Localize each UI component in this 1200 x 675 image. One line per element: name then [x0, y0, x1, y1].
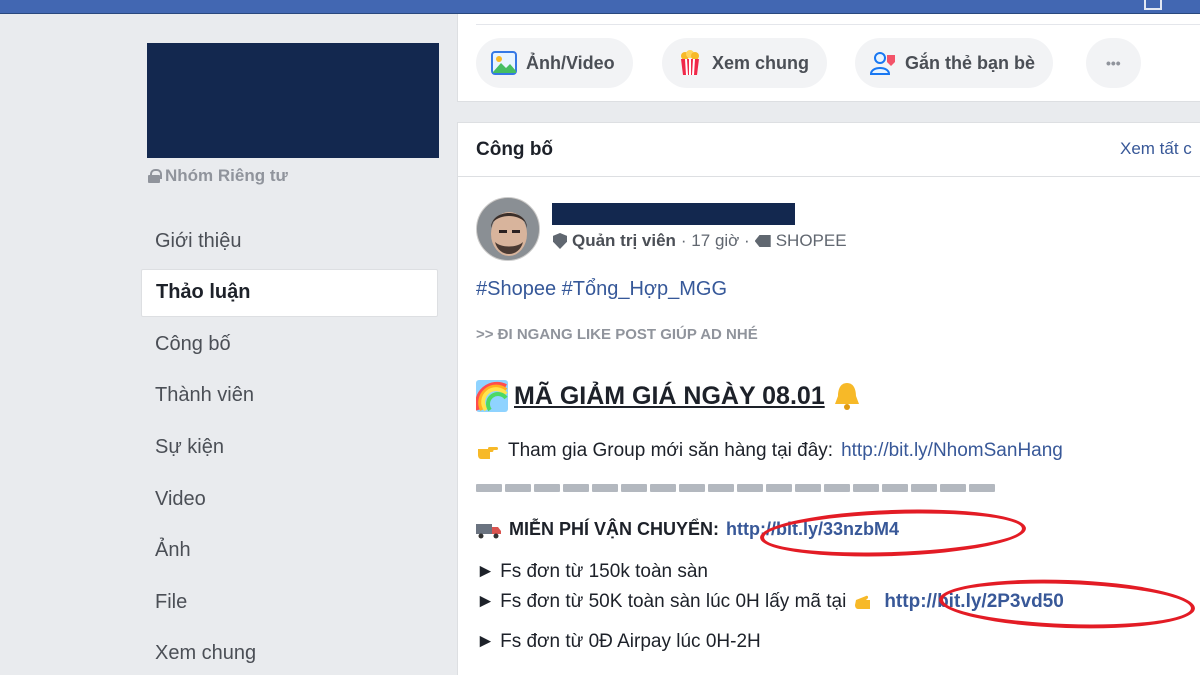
dash — [882, 484, 908, 492]
tag-friends-button[interactable]: Gắn thẻ bạn bè — [855, 38, 1054, 88]
join-group-text: Tham gia Group mới săn hàng tại đây: — [508, 440, 834, 461]
post-time[interactable]: · 17 giờ · — [681, 231, 750, 251]
dash — [737, 484, 763, 492]
free-shipping-label: MIỄN PHÍ VẬN CHUYỂN: — [509, 519, 720, 539]
post-headline: MÃ GIẢM GIÁ NGÀY 08.01 — [476, 380, 863, 412]
dash — [650, 484, 676, 492]
facebook-top-bar — [0, 0, 1200, 14]
post-hashtags[interactable]: #Shopee #Tổng_Hợp_MGG — [476, 278, 727, 301]
announcements-card: Công bố Xem tất c Quản trị viên · 17 giờ… — [457, 122, 1200, 675]
more-options-button[interactable]: ••• — [1086, 38, 1141, 88]
post-headline-text: MÃ GIẢM GIÁ NGÀY 08.01 — [514, 381, 825, 410]
sidebar-item-announcements[interactable]: Công bố — [141, 319, 438, 371]
lock-icon — [148, 169, 162, 183]
dash — [534, 484, 560, 492]
group-privacy: Nhóm Riêng tư — [148, 166, 288, 186]
announcements-title: Công bố — [476, 138, 554, 160]
announcements-header: Công bố — [458, 123, 1200, 177]
dash — [824, 484, 850, 492]
dash — [766, 484, 792, 492]
sidebar-item-files[interactable]: File — [141, 577, 438, 629]
photo-video-button[interactable]: Ảnh/Video — [476, 38, 633, 88]
post-topic[interactable]: SHOPEE — [776, 231, 847, 251]
list-item-text: ► Fs đơn từ 0Đ Airpay lúc 0H-2H — [476, 631, 761, 652]
admin-shield-icon — [553, 233, 567, 249]
bullet-link[interactable]: http://bit.ly/2P3vd50 — [884, 591, 1063, 613]
author-name-redacted — [552, 203, 795, 225]
tag-friends-label: Gắn thẻ bạn bè — [905, 52, 1036, 73]
dash — [969, 484, 995, 492]
sidebar-item-photos[interactable]: Ảnh — [141, 525, 438, 577]
truck-icon — [476, 523, 501, 538]
dash — [911, 484, 937, 492]
free-shipping-line: MIỄN PHÍ VẬN CHUYỂN: http://bit.ly/33nzb… — [476, 519, 899, 540]
free-shipping-link[interactable]: http://bit.ly/33nzbM4 — [726, 519, 899, 540]
pointing-hand-icon — [855, 595, 871, 609]
rainbow-icon — [476, 380, 508, 412]
list-item-text: ► Fs đơn từ 150k toàn sàn — [476, 561, 708, 582]
sidebar-item-members[interactable]: Thành viên — [141, 370, 438, 422]
photo-icon — [491, 51, 517, 75]
list-item: ► Fs đơn từ 0Đ Airpay lúc 0H-2H — [476, 631, 761, 653]
topic-tag-icon — [754, 235, 771, 247]
list-item: ► Fs đơn từ 150k toàn sàn — [476, 561, 708, 583]
dash — [621, 484, 647, 492]
author-photo — [477, 198, 539, 260]
dash — [476, 484, 502, 492]
avatar[interactable] — [476, 197, 540, 261]
top-bar-icon[interactable] — [1144, 0, 1162, 10]
post-composer: Ảnh/Video Xem chung Gắn thẻ bạn bè ••• — [457, 14, 1200, 102]
group-privacy-label: Nhóm Riêng tư — [165, 166, 288, 185]
post-notice: >> ĐI NGANG LIKE POST GIÚP AD NHÉ — [476, 326, 758, 343]
group-cover-redacted — [147, 43, 439, 158]
dash — [563, 484, 589, 492]
group-sidebar-nav: Giới thiệu Thảo luận Công bố Thành viên … — [141, 216, 438, 675]
more-icon: ••• — [1106, 55, 1121, 71]
photo-video-label: Ảnh/Video — [526, 52, 615, 73]
sidebar-item-events[interactable]: Sự kiện — [141, 422, 438, 474]
watch-party-label: Xem chung — [712, 52, 810, 73]
dash — [853, 484, 879, 492]
join-group-line: Tham gia Group mới săn hàng tại đây: htt… — [476, 440, 1063, 462]
join-group-link[interactable]: http://bit.ly/NhomSanHang — [841, 440, 1063, 462]
pointing-hand-icon — [478, 447, 498, 459]
dash — [708, 484, 734, 492]
watch-party-button[interactable]: Xem chung — [662, 38, 828, 88]
list-item-text: ► Fs đơn từ 50K toàn sàn lúc 0H lấy mã t… — [476, 591, 847, 612]
post-meta: Quản trị viên · 17 giờ · SHOPEE — [553, 231, 847, 251]
bell-icon — [834, 383, 859, 410]
dash — [679, 484, 705, 492]
divider-dashes — [476, 484, 995, 494]
sidebar-item-discussion[interactable]: Thảo luận — [141, 268, 438, 317]
see-all-link[interactable]: Xem tất c — [1120, 139, 1192, 159]
dash — [795, 484, 821, 492]
post-author-role: Quản trị viên — [572, 231, 676, 250]
sidebar-item-videos[interactable]: Video — [141, 473, 438, 525]
sidebar-item-about[interactable]: Giới thiệu — [141, 216, 438, 268]
dash — [940, 484, 966, 492]
sidebar-item-watch-party[interactable]: Xem chung — [141, 628, 438, 675]
dash — [592, 484, 618, 492]
list-item: ► Fs đơn từ 50K toàn sàn lúc 0H lấy mã t… — [476, 591, 1064, 613]
composer-divider — [476, 24, 1200, 25]
dash — [505, 484, 531, 492]
tag-friends-icon — [869, 52, 895, 75]
popcorn-icon — [681, 50, 699, 76]
